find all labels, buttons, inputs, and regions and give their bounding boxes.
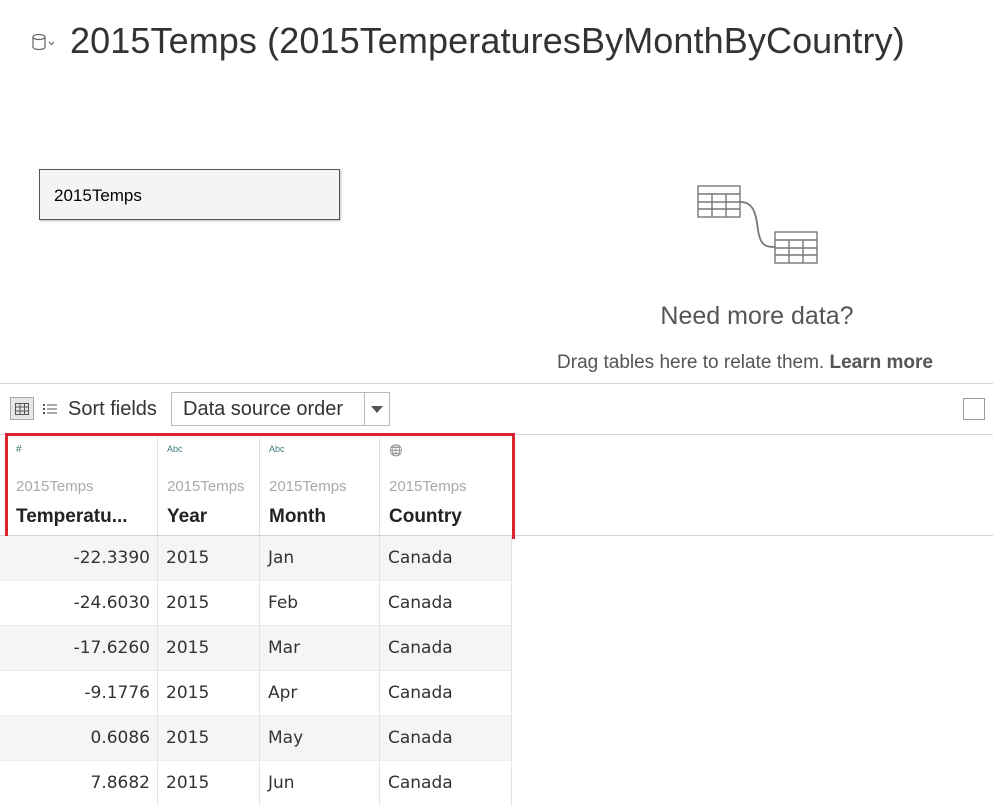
column-name: Country xyxy=(389,506,462,527)
cell-year: 2015 xyxy=(158,761,260,806)
cell-month: Jan xyxy=(260,536,380,581)
cell-country: Canada xyxy=(380,581,512,626)
cell-temperature: -24.6030 xyxy=(0,581,158,626)
table-row: -22.3390 2015 Jan Canada xyxy=(0,536,512,581)
column-header-year[interactable]: Abc 2015Temps Year xyxy=(158,437,260,535)
sort-selected-value: Data source order xyxy=(183,398,344,420)
cell-country: Canada xyxy=(380,761,512,806)
column-name: Temperatu... xyxy=(16,506,128,527)
toolbar-checkbox[interactable] xyxy=(963,398,985,420)
table-row: -17.6260 2015 Mar Canada xyxy=(0,626,512,671)
table-row: -9.1776 2015 Apr Canada xyxy=(0,671,512,716)
database-icon[interactable] xyxy=(30,32,56,54)
sort-fields-label: Sort fields xyxy=(68,398,157,420)
cell-country: Canada xyxy=(380,671,512,716)
chevron-down-icon xyxy=(371,406,383,413)
cell-year: 2015 xyxy=(158,716,260,761)
column-source: 2015Temps xyxy=(167,478,245,495)
need-more-data-title: Need more data? xyxy=(660,302,854,330)
column-name: Year xyxy=(167,506,208,527)
column-header-country[interactable]: 🌐 2015Temps Country xyxy=(380,437,512,535)
column-header-month[interactable]: Abc 2015Temps Month xyxy=(260,437,380,535)
need-more-data-hint: Drag tables here to relate them. Learn m… xyxy=(520,352,970,374)
canvas-table-2015temps[interactable]: 2015Temps xyxy=(39,169,340,220)
table-row: -24.6030 2015 Feb Canada xyxy=(0,581,512,626)
table-row: 0.6086 2015 May Canada xyxy=(0,716,512,761)
sort-fields-dropdown[interactable]: Data source order xyxy=(171,392,390,426)
cell-country: Canada xyxy=(380,626,512,671)
cell-month: Mar xyxy=(260,626,380,671)
list-view-button[interactable] xyxy=(40,397,60,420)
cell-temperature: 7.8682 xyxy=(0,761,158,806)
cell-year: 2015 xyxy=(158,536,260,581)
relate-hint-text: Drag tables here to relate them. xyxy=(557,352,825,373)
column-name: Month xyxy=(269,506,326,527)
column-header-temperature[interactable]: # 2015Temps Temperatu... xyxy=(7,437,158,535)
string-type-icon[interactable]: Abc xyxy=(269,444,285,454)
table-row: 7.8682 2015 Jun Canada xyxy=(0,761,512,806)
grid-view-button[interactable] xyxy=(10,397,34,420)
grid-icon xyxy=(15,402,29,415)
cell-temperature: 0.6086 xyxy=(0,716,158,761)
datasource-title[interactable]: 2015Temps (2015TemperaturesByMonthByCoun… xyxy=(70,20,905,62)
column-source: 2015Temps xyxy=(16,478,94,495)
cell-year: 2015 xyxy=(158,626,260,671)
cell-temperature: -9.1776 xyxy=(0,671,158,716)
cell-month: May xyxy=(260,716,380,761)
cell-country: Canada xyxy=(380,536,512,581)
number-type-icon[interactable]: # xyxy=(16,444,22,455)
cell-temperature: -17.6260 xyxy=(0,626,158,671)
string-type-icon[interactable]: Abc xyxy=(167,444,183,454)
learn-more-link[interactable]: Learn more xyxy=(830,352,933,373)
cell-month: Apr xyxy=(260,671,380,716)
canvas-divider xyxy=(0,383,993,384)
cell-year: 2015 xyxy=(158,671,260,716)
column-source: 2015Temps xyxy=(389,478,467,495)
column-source: 2015Temps xyxy=(269,478,347,495)
cell-year: 2015 xyxy=(158,581,260,626)
cell-country: Canada xyxy=(380,716,512,761)
cell-temperature: -22.3390 xyxy=(0,536,158,581)
dropdown-separator xyxy=(364,393,365,425)
globe-icon[interactable]: 🌐 xyxy=(389,444,403,457)
relate-tables-illustration-icon xyxy=(697,185,818,264)
toolbar-divider xyxy=(0,434,993,435)
cell-month: Feb xyxy=(260,581,380,626)
cell-month: Jun xyxy=(260,761,380,806)
list-icon xyxy=(43,403,57,414)
